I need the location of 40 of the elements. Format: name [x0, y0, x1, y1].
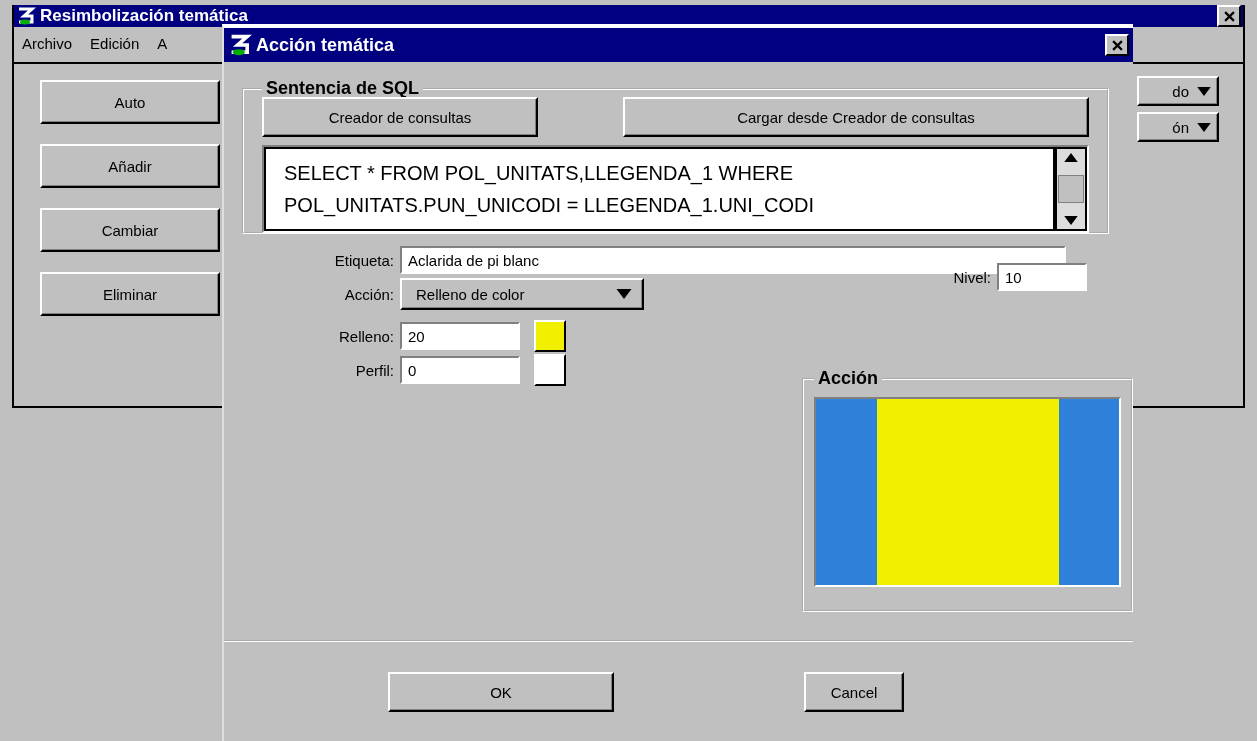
- action-button[interactable]: Eliminar: [40, 272, 220, 316]
- close-icon: [1111, 39, 1123, 51]
- close-icon: [1223, 10, 1235, 22]
- caret-icon: [616, 289, 632, 299]
- group-title: Sentencia de SQL: [265, 78, 421, 99]
- caret-icon: [1197, 122, 1211, 132]
- dialog-title: Acción temática: [256, 34, 395, 56]
- field-label: Etiqueta:: [333, 251, 395, 269]
- dropdown[interactable]: do: [1137, 76, 1219, 106]
- fill-field[interactable]: 20: [400, 322, 520, 350]
- outline-color-swatch[interactable]: [534, 354, 566, 386]
- close-button[interactable]: [1105, 34, 1129, 56]
- level-field[interactable]: 10: [997, 263, 1087, 291]
- field-label: Perfil:: [354, 361, 395, 379]
- action-button[interactable]: Auto: [40, 80, 220, 124]
- sql-text-area[interactable]: SELECT * FROM POL_UNITATS,LLEGENDA_1 WHERE POL_UNITATS.PUN_UNICODI = LLEGENDA_1.UNI_CODI: [264, 147, 1055, 231]
- fill-color-swatch[interactable]: [534, 320, 566, 352]
- load-query-button[interactable]: Cargar desde Creador de consultas: [623, 97, 1089, 137]
- query-builder-button[interactable]: Creador de consultas: [262, 97, 538, 137]
- action-button[interactable]: Añadir: [40, 144, 220, 188]
- action-button[interactable]: Cambiar: [40, 208, 220, 252]
- group-title: Acción: [817, 368, 879, 389]
- outline-field[interactable]: 0: [400, 356, 520, 384]
- scroll-down-icon: [1064, 216, 1078, 225]
- menu-item[interactable]: A: [157, 35, 168, 52]
- scroll-up-icon: [1064, 153, 1078, 162]
- dropdown[interactable]: ón: [1137, 112, 1219, 142]
- window-title: Resimbolización temática: [40, 6, 248, 26]
- menu-item[interactable]: Archivo: [22, 35, 73, 52]
- ok-button[interactable]: OK: [388, 672, 614, 712]
- action-dropdown[interactable]: Relleno de color: [400, 278, 644, 310]
- logo-icon: [16, 6, 36, 26]
- scrollbar[interactable]: [1055, 147, 1087, 231]
- close-button[interactable]: [1217, 5, 1241, 27]
- field-label: Relleno:: [337, 327, 395, 345]
- menu-item[interactable]: Edición: [90, 35, 140, 52]
- scroll-thumb[interactable]: [1058, 175, 1084, 203]
- cancel-button[interactable]: Cancel: [804, 672, 904, 712]
- field-label: Acción:: [343, 285, 395, 303]
- caret-icon: [1197, 86, 1211, 96]
